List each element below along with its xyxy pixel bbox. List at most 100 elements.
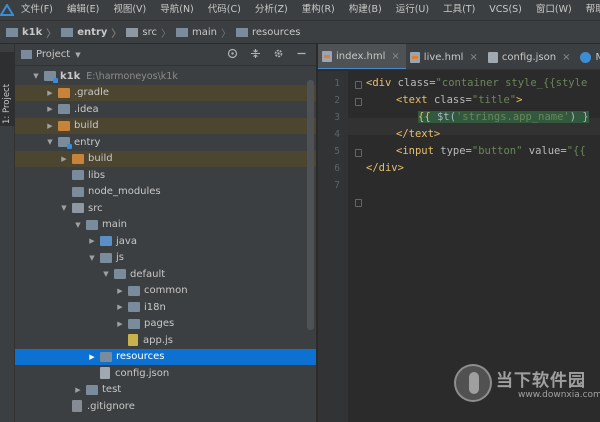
collapse-icon[interactable] bbox=[248, 48, 262, 62]
menu-bar: 文件(F) 编辑(E) 视图(V) 导航(N) 代码(C) 分析(Z) 重构(R… bbox=[0, 0, 600, 20]
chevron-right-icon[interactable]: ▶ bbox=[87, 237, 97, 245]
tree-item-build[interactable]: ▶ build bbox=[15, 117, 316, 134]
chevron-down-icon: ▼ bbox=[75, 50, 81, 59]
tree-item-default[interactable]: ▼ default bbox=[15, 266, 316, 283]
chevron-right-icon[interactable]: ▶ bbox=[73, 386, 83, 394]
breadcrumb-item-entry[interactable]: entry 〉 bbox=[61, 25, 126, 40]
tree-item-libs[interactable]: libs bbox=[15, 167, 316, 184]
code-line-1: <div class="container style_{{style bbox=[366, 77, 588, 89]
tree-item-build[interactable]: ▶ build bbox=[15, 150, 316, 167]
menu-file[interactable]: 文件(F) bbox=[14, 0, 60, 20]
tree-item-js[interactable]: ▼ js bbox=[15, 250, 316, 267]
project-panel-header: Project ▼ bbox=[15, 44, 316, 66]
tree-item-label: .gitignore bbox=[87, 400, 135, 412]
tree-item-i18n[interactable]: ▶ i18n bbox=[15, 299, 316, 316]
close-icon[interactable]: × bbox=[391, 51, 399, 62]
folder-icon bbox=[72, 170, 84, 181]
chevron-right-icon[interactable]: ▶ bbox=[45, 89, 55, 97]
tree-item-app-js[interactable]: app.js bbox=[15, 332, 316, 349]
menu-refactor[interactable]: 重构(R) bbox=[295, 0, 342, 20]
tab-mai[interactable]: Mai bbox=[576, 44, 600, 69]
project-panel: Project ▼ ▼ k1k E:\harmoneyos\k1k ▶ .gradle ▶… bbox=[15, 44, 316, 422]
tab-live-hml[interactable]: live.hml × bbox=[406, 44, 484, 69]
project-tool-tab[interactable]: 1: Project bbox=[0, 52, 15, 126]
tree-item-label: src bbox=[88, 202, 103, 214]
menu-build[interactable]: 构建(B) bbox=[342, 0, 389, 20]
menu-vcs[interactable]: VCS(S) bbox=[482, 0, 529, 20]
tree-item-src[interactable]: ▼ src bbox=[15, 200, 316, 217]
hml-file-icon bbox=[322, 50, 332, 62]
tree-item-gradle[interactable]: ▶ .gradle bbox=[15, 84, 316, 101]
tree-item-gitignore[interactable]: .gitignore bbox=[15, 398, 316, 415]
chevron-right-icon[interactable]: ▶ bbox=[45, 122, 55, 130]
chevron-down-icon[interactable]: ▼ bbox=[73, 221, 83, 229]
project-icon bbox=[21, 50, 32, 59]
fold-marker-icon[interactable] bbox=[355, 199, 362, 207]
chevron-down-icon[interactable]: ▼ bbox=[31, 72, 41, 80]
menu-view[interactable]: 视图(V) bbox=[106, 0, 153, 20]
gear-icon[interactable] bbox=[271, 48, 285, 62]
tree-item-k1k[interactable]: ▼ k1k E:\harmoneyos\k1k bbox=[15, 68, 316, 85]
code-line-2: <text class="title"> bbox=[396, 94, 523, 106]
folder-icon bbox=[72, 203, 84, 214]
breadcrumb-item-k1k[interactable]: k1k 〉 bbox=[6, 25, 61, 40]
menu-tools[interactable]: 工具(T) bbox=[436, 0, 482, 20]
fold-marker-icon[interactable] bbox=[355, 149, 362, 157]
close-icon[interactable]: × bbox=[469, 52, 477, 63]
watermark-logo-icon bbox=[454, 364, 492, 402]
minimize-icon[interactable] bbox=[294, 48, 308, 62]
project-view-selector[interactable]: Project ▼ bbox=[21, 49, 81, 60]
chevron-down-icon[interactable]: ▼ bbox=[59, 204, 69, 212]
tree-item-config-json[interactable]: config.json bbox=[15, 365, 316, 382]
menu-run[interactable]: 运行(U) bbox=[389, 0, 436, 20]
tree-item-idea[interactable]: ▶ .idea bbox=[15, 101, 316, 118]
menu-edit[interactable]: 编辑(E) bbox=[60, 0, 106, 20]
chevron-down-icon[interactable]: ▼ bbox=[87, 254, 97, 262]
tree-item-label: .idea bbox=[74, 103, 99, 115]
chevron-right-icon[interactable]: ▶ bbox=[87, 353, 97, 361]
target-icon[interactable] bbox=[225, 48, 239, 62]
folder-icon bbox=[128, 318, 140, 329]
chevron-right-icon[interactable]: ▶ bbox=[115, 320, 125, 328]
code-line-3: {{ $t('strings.app_name') } bbox=[418, 111, 589, 123]
fold-marker-icon[interactable] bbox=[355, 81, 362, 89]
chevron-down-icon[interactable]: ▼ bbox=[45, 138, 55, 146]
code-line-6: </div> bbox=[366, 162, 404, 174]
fold-marker-icon[interactable] bbox=[355, 98, 362, 106]
chevron-down-icon[interactable]: ▼ bbox=[101, 270, 111, 278]
chevron-right-icon[interactable]: ▶ bbox=[115, 303, 125, 311]
tree-item-main[interactable]: ▼ main bbox=[15, 217, 316, 234]
class-icon bbox=[580, 51, 592, 63]
tree-item-label: build bbox=[88, 153, 113, 165]
tree-item-node-modules[interactable]: node_modules bbox=[15, 184, 316, 201]
breadcrumb: k1k 〉 entry 〉 src 〉 main 〉 resources bbox=[0, 20, 600, 44]
menu-analyze[interactable]: 分析(Z) bbox=[248, 0, 295, 20]
tree-item-test[interactable]: ▶ test bbox=[15, 382, 316, 399]
menu-code[interactable]: 代码(C) bbox=[201, 0, 248, 20]
menu-help[interactable]: 帮助(H) bbox=[579, 0, 600, 20]
tab-config-json[interactable]: config.json × bbox=[484, 44, 577, 69]
app-logo-icon[interactable] bbox=[0, 0, 14, 20]
tab-label: config.json bbox=[501, 51, 557, 63]
line-gutter bbox=[318, 71, 348, 422]
tree-scrollbar[interactable] bbox=[307, 80, 314, 330]
line-number: 1 bbox=[334, 78, 340, 89]
tree-item-label: node_modules bbox=[88, 186, 161, 198]
tree-item-common[interactable]: ▶ common bbox=[15, 283, 316, 300]
tree-item-pages[interactable]: ▶ pages bbox=[15, 316, 316, 333]
chevron-right-icon[interactable]: ▶ bbox=[115, 287, 125, 295]
breadcrumb-item-src[interactable]: src 〉 bbox=[126, 25, 176, 40]
menu-window[interactable]: 窗口(W) bbox=[529, 0, 579, 20]
close-icon[interactable]: × bbox=[562, 52, 570, 63]
tab-index-hml[interactable]: index.hml × bbox=[318, 44, 406, 69]
tree-item-java[interactable]: ▶ java bbox=[15, 233, 316, 250]
chevron-right-icon[interactable]: ▶ bbox=[45, 105, 55, 113]
menu-navigate[interactable]: 导航(N) bbox=[153, 0, 201, 20]
chevron-right-icon[interactable]: ▶ bbox=[59, 155, 69, 163]
breadcrumb-item-resources[interactable]: resources bbox=[236, 27, 300, 38]
line-number: 4 bbox=[334, 129, 340, 140]
breadcrumb-item-main[interactable]: main 〉 bbox=[176, 25, 236, 40]
tree-item-label: config.json bbox=[115, 367, 170, 379]
tree-item-entry[interactable]: ▼ entry bbox=[15, 134, 316, 151]
tree-item-resources[interactable]: ▶ resources bbox=[15, 348, 316, 365]
